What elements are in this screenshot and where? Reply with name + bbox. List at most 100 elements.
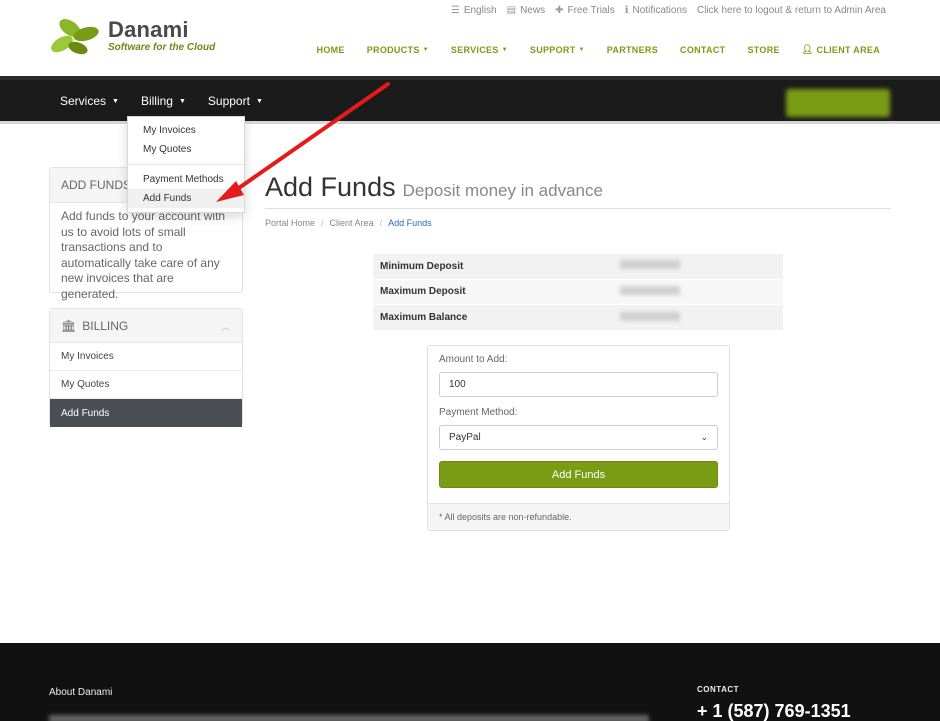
dropdown-item-my-quotes[interactable]: My Quotes bbox=[128, 140, 244, 159]
main-nav: HOME PRODUCTS ▼ SERVICES ▼ SUPPORT ▼ PARTNE… bbox=[317, 44, 880, 55]
breadcrumb-add-funds: Add Funds bbox=[388, 218, 432, 228]
nav-home[interactable]: HOME bbox=[317, 44, 345, 55]
add-funds-panel-body: Add funds to your account with us to avo… bbox=[61, 209, 226, 301]
utility-logout-label: Click here to logout & return to Admin A… bbox=[697, 5, 886, 16]
utility-news[interactable]: ▤ News bbox=[507, 5, 545, 16]
footer-contact-title: CONTACT bbox=[697, 685, 740, 694]
site-header: Danami Software for the Cloud ☰ English … bbox=[0, 0, 940, 76]
utility-logout-admin[interactable]: Click here to logout & return to Admin A… bbox=[697, 5, 886, 16]
caret-down-icon: ▼ bbox=[501, 46, 508, 53]
nav-support-label: SUPPORT bbox=[529, 44, 576, 55]
table-row: Maximum Deposit bbox=[373, 278, 783, 305]
billing-sidebar-panel: 🏛︎ BILLING ︿ My Invoices My Quotes Add F… bbox=[49, 308, 243, 427]
footer-about-title: About Danami bbox=[49, 687, 113, 698]
nav-store-label: STORE bbox=[747, 44, 780, 55]
chevron-down-icon: ⌄ bbox=[700, 432, 708, 442]
utility-nav: ☰ English ▤ News ✚ Free Trials ℹ Notific… bbox=[451, 5, 886, 16]
user-icon: 👤︎ bbox=[801, 44, 814, 54]
breadcrumb: Portal Home / Client Area / Add Funds bbox=[265, 218, 432, 228]
payment-method-value: PayPal bbox=[449, 432, 481, 443]
nav-store[interactable]: STORE bbox=[747, 44, 779, 55]
title-divider bbox=[265, 208, 891, 209]
add-funds-button[interactable]: Add Funds bbox=[439, 461, 718, 488]
gift-icon: ✚ bbox=[555, 5, 564, 16]
site-footer: About Danami CONTACT + 1 (587) 769-1351 bbox=[0, 643, 940, 721]
deposit-limits-table: Minimum Deposit Maximum Deposit Maximum … bbox=[373, 253, 783, 330]
brand-tagline: Software for the Cloud bbox=[108, 42, 216, 53]
footer-about-text-blurred bbox=[49, 715, 649, 721]
maximum-deposit-value-blurred bbox=[613, 278, 783, 305]
brand-name: Danami bbox=[108, 17, 189, 42]
caret-down-icon: ▼ bbox=[255, 97, 263, 105]
caret-down-icon: ▼ bbox=[112, 97, 119, 105]
dropdown-item-add-funds[interactable]: Add Funds bbox=[128, 189, 244, 208]
nav-home-label: HOME bbox=[316, 44, 345, 55]
page-title-main: Add Funds bbox=[265, 172, 396, 202]
chevron-up-icon[interactable]: ︿ bbox=[221, 320, 230, 333]
nav-products-label: PRODUCTS bbox=[366, 44, 420, 55]
amount-label: Amount to Add: bbox=[439, 354, 508, 365]
nav-services-label: SERVICES bbox=[450, 44, 499, 55]
caret-down-icon: ▼ bbox=[178, 97, 186, 105]
sidebar-item-my-quotes[interactable]: My Quotes bbox=[50, 371, 242, 399]
nav-services[interactable]: SERVICES ▼ bbox=[451, 44, 508, 55]
nav-partners-label: PARTNERS bbox=[606, 44, 659, 55]
utility-news-label: News bbox=[520, 5, 546, 16]
billing-panel-header[interactable]: 🏛︎ BILLING ︿ bbox=[50, 309, 242, 343]
payment-method-label: Payment Method: bbox=[439, 407, 518, 418]
brand-logo[interactable]: Danami Software for the Cloud bbox=[48, 14, 215, 58]
maximum-balance-value-blurred bbox=[613, 304, 783, 330]
caret-down-icon: ▼ bbox=[578, 46, 585, 53]
table-row: Minimum Deposit bbox=[373, 253, 783, 279]
dropdown-item-payment-methods[interactable]: Payment Methods bbox=[128, 170, 244, 189]
breadcrumb-separator: / bbox=[379, 218, 383, 228]
add-funds-form: Amount to Add: 100 Payment Method: PayPa… bbox=[427, 345, 730, 531]
nav-contact[interactable]: CONTACT bbox=[680, 44, 725, 55]
nav-partners[interactable]: PARTNERS bbox=[607, 44, 658, 55]
maximum-balance-label: Maximum Balance bbox=[373, 304, 613, 330]
minimum-deposit-label: Minimum Deposit bbox=[373, 253, 613, 279]
utility-language[interactable]: ☰ English bbox=[451, 5, 497, 16]
minimum-deposit-value-blurred bbox=[613, 253, 783, 279]
dropdown-divider bbox=[128, 164, 244, 165]
breadcrumb-client-area[interactable]: Client Area bbox=[330, 218, 374, 228]
news-icon: ▤ bbox=[506, 5, 517, 16]
utility-free-trials[interactable]: ✚ Free Trials bbox=[555, 5, 615, 16]
nav-products[interactable]: PRODUCTS ▼ bbox=[367, 44, 429, 55]
utility-language-label: English bbox=[463, 5, 497, 16]
bank-icon: 🏛︎ bbox=[61, 318, 77, 333]
amount-input[interactable]: 100 bbox=[439, 372, 718, 397]
page-title-sub: Deposit money in advance bbox=[402, 181, 603, 200]
nav-contact-label: CONTACT bbox=[680, 44, 726, 55]
caret-down-icon: ▼ bbox=[422, 46, 429, 53]
danami-logo-icon bbox=[51, 19, 99, 55]
page-title: Add Funds Deposit money in advance bbox=[265, 172, 603, 203]
client-nav-support-label: Support bbox=[207, 94, 250, 108]
non-refundable-note: * All deposits are non-refundable. bbox=[428, 503, 729, 530]
nav-client-area[interactable]: 👤︎ CLIENT AREA bbox=[802, 44, 880, 55]
nav-client-area-label: CLIENT AREA bbox=[816, 44, 880, 55]
account-menu-button-blurred[interactable] bbox=[786, 89, 890, 117]
language-icon: ☰ bbox=[450, 5, 460, 16]
utility-notifications[interactable]: ℹ Notifications bbox=[625, 5, 687, 16]
dropdown-item-my-invoices[interactable]: My Invoices bbox=[128, 121, 244, 140]
utility-notifications-label: Notifications bbox=[632, 5, 687, 16]
info-icon: ℹ bbox=[624, 5, 629, 16]
breadcrumb-portal-home[interactable]: Portal Home bbox=[265, 218, 315, 228]
footer-phone-number[interactable]: + 1 (587) 769-1351 bbox=[697, 701, 851, 721]
sidebar-item-my-invoices[interactable]: My Invoices bbox=[50, 343, 242, 371]
maximum-deposit-label: Maximum Deposit bbox=[373, 278, 613, 305]
client-nav-billing-label: Billing bbox=[140, 94, 173, 108]
client-nav-support[interactable]: Support ▼ bbox=[208, 94, 263, 108]
client-nav-billing[interactable]: Billing ▼ bbox=[141, 94, 186, 108]
utility-free-trials-label: Free Trials bbox=[567, 5, 615, 16]
table-row: Maximum Balance bbox=[373, 304, 783, 330]
payment-method-select[interactable]: PayPal ⌄ bbox=[439, 425, 718, 450]
breadcrumb-separator: / bbox=[321, 218, 324, 228]
client-nav-services-label: Services bbox=[60, 94, 107, 108]
billing-dropdown-menu: My Invoices My Quotes Payment Methods Ad… bbox=[127, 116, 245, 213]
sidebar-item-add-funds[interactable]: Add Funds bbox=[50, 399, 242, 427]
billing-panel-title: BILLING bbox=[82, 318, 129, 333]
client-nav-services[interactable]: Services ▼ bbox=[60, 94, 119, 108]
nav-support[interactable]: SUPPORT ▼ bbox=[530, 44, 585, 55]
